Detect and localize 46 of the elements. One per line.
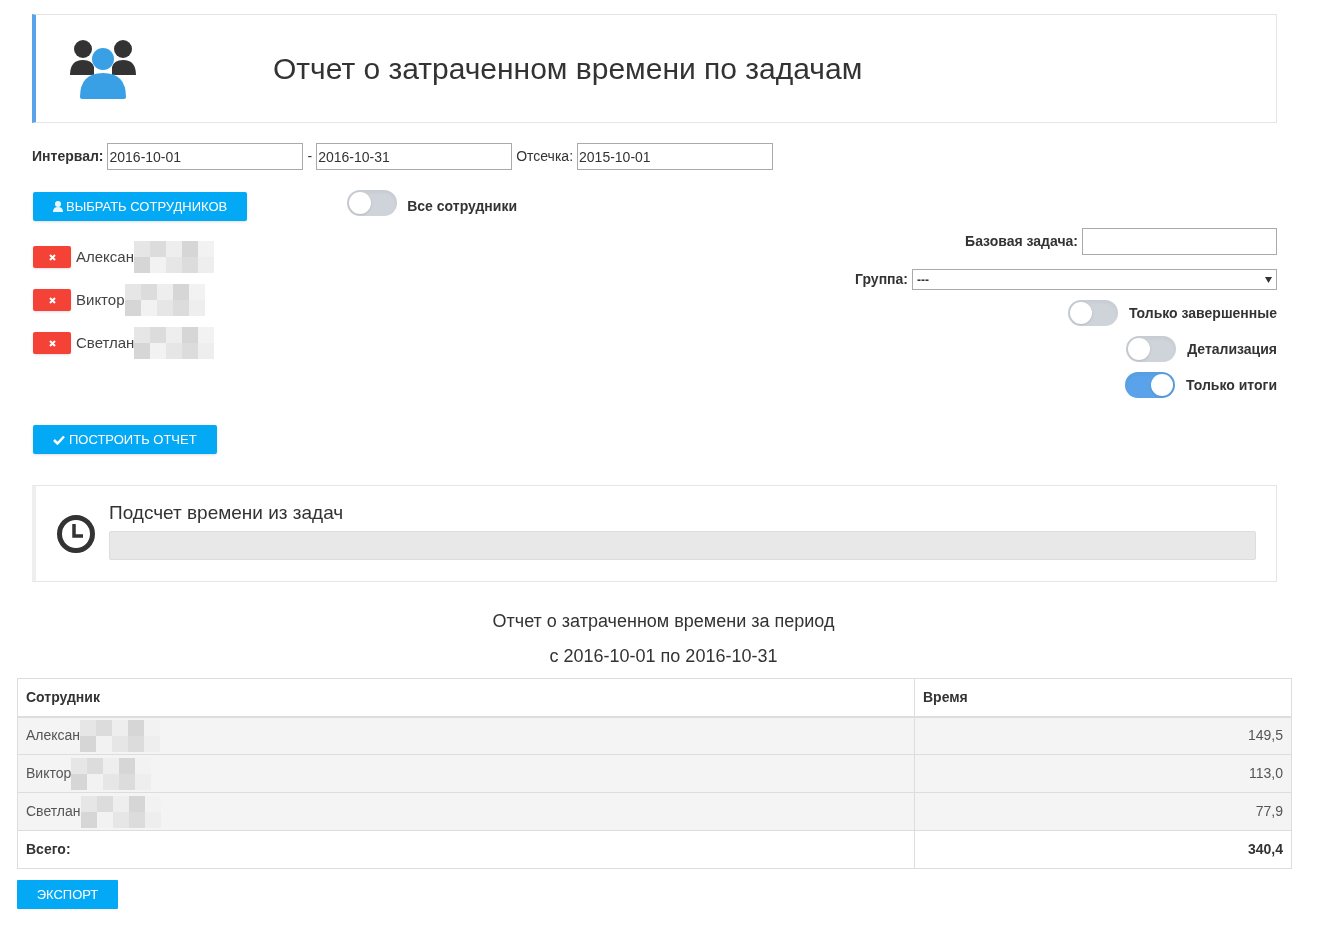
report-period: с 2016-10-01 по 2016-10-31 bbox=[549, 645, 778, 668]
date-from-field[interactable]: 2016-10-01 bbox=[107, 143, 304, 170]
time-cell: 149,5 bbox=[914, 716, 1292, 755]
employee-name: Алексан bbox=[76, 246, 134, 267]
column-header: Время bbox=[914, 678, 1292, 717]
remove-button[interactable] bbox=[33, 332, 71, 354]
column-header: Сотрудник bbox=[17, 678, 915, 717]
employee-cell-text: Алексан bbox=[26, 726, 81, 746]
base-task-label: Базовая задача: bbox=[965, 232, 1078, 251]
page-title: Отчет о затраченном времени по задачам bbox=[273, 51, 863, 87]
total-time: 340,4 bbox=[914, 830, 1292, 869]
option-label: Только завершенные bbox=[1128, 303, 1277, 323]
dropdown-caret-icon bbox=[1265, 276, 1272, 283]
user-icon bbox=[53, 201, 63, 212]
close-icon bbox=[48, 296, 56, 304]
option-label: Детализация bbox=[1187, 339, 1277, 359]
total-label: Всего: bbox=[17, 830, 915, 869]
remove-button[interactable] bbox=[33, 246, 71, 268]
employee-name: Виктор bbox=[76, 289, 125, 310]
toggle-switch[interactable] bbox=[1126, 336, 1177, 362]
check-icon bbox=[53, 434, 65, 445]
toggle-switch[interactable] bbox=[1067, 300, 1118, 326]
close-icon bbox=[48, 339, 56, 347]
all-employees-label: Все сотрудники bbox=[407, 197, 517, 216]
clock-icon bbox=[56, 513, 96, 554]
group-label: Группа: bbox=[855, 270, 908, 289]
remove-button[interactable] bbox=[33, 289, 71, 311]
toggle-switch[interactable] bbox=[347, 190, 398, 216]
time-cell: 77,9 bbox=[914, 792, 1292, 831]
report-title: Отчет о затраченном времени за период bbox=[492, 610, 835, 633]
date-to-field[interactable]: 2016-10-31 bbox=[316, 143, 513, 170]
employee-name: Светлан bbox=[76, 332, 135, 353]
base-task-field[interactable] bbox=[1082, 228, 1277, 255]
users-icon bbox=[70, 38, 136, 99]
cutoff-date-field[interactable]: 2015-10-01 bbox=[577, 143, 774, 170]
cutoff-label: Отсечка: bbox=[516, 147, 574, 166]
option-label: Только итоги bbox=[1186, 375, 1277, 395]
group-dropdown[interactable]: --- bbox=[912, 269, 1277, 290]
date-separator: - bbox=[307, 147, 313, 166]
employee-cell-text: Виктор bbox=[26, 764, 72, 783]
toggle-switch[interactable] bbox=[1125, 372, 1176, 398]
interval-label: Интервал: bbox=[32, 147, 104, 166]
progress-title: Подсчет времени из задач bbox=[109, 501, 345, 526]
close-icon bbox=[48, 253, 56, 261]
time-cell: 113,0 bbox=[914, 754, 1292, 793]
employee-cell-text: Светлан bbox=[26, 802, 81, 821]
